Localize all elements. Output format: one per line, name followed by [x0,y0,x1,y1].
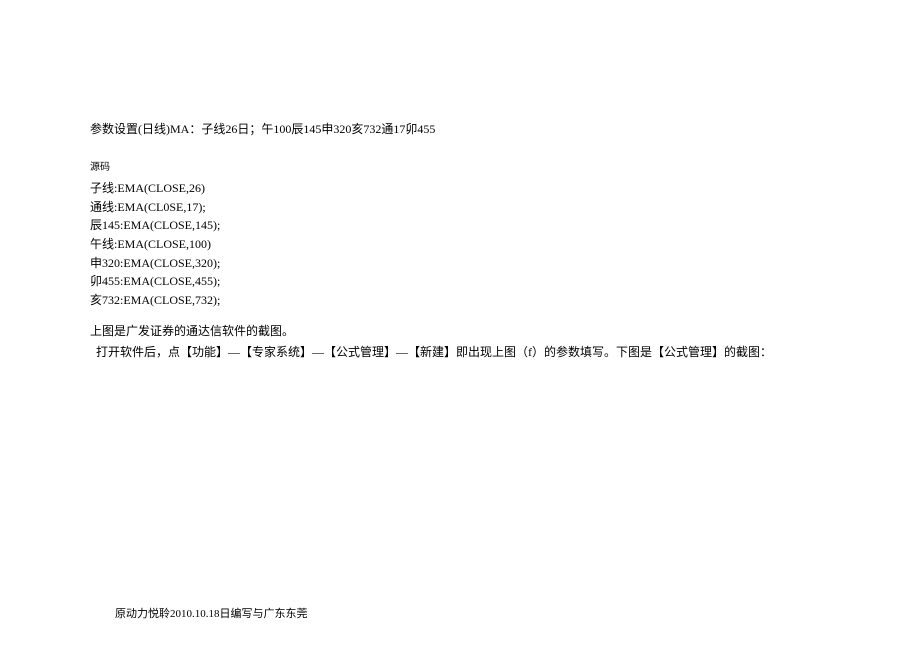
footer-author-line: 原动力悦聆2010.10.18日编写与广东东莞 [115,605,308,621]
caption-text-1: 上图是广发证券的通达信软件的截图。 [90,321,830,341]
code-line: 子线:EMA(CLOSE,26) [90,179,830,198]
source-code-label: 源码 [90,161,830,175]
document-body: 参数设置(日线)MA：子线26日；午100辰145申320亥732通17卯455… [0,0,920,362]
code-line: 辰145:EMA(CLOSE,145); [90,216,830,235]
parameter-settings-line: 参数设置(日线)MA：子线26日；午100辰145申320亥732通17卯455 [90,120,830,139]
code-line: 卯455:EMA(CLOSE,455); [90,272,830,291]
code-line: 午线:EMA(CLOSE,100) [90,235,830,254]
code-line: 申320:EMA(CLOSE,320); [90,254,830,273]
caption-text-2: 打开软件后，点【功能】—【专家系统】—【公式管理】—【新建】即出现上图（f）的参… [96,342,830,362]
code-line: 通线:EMA(CL0SE,17); [90,198,830,217]
code-line: 亥732:EMA(CLOSE,732); [90,291,830,310]
